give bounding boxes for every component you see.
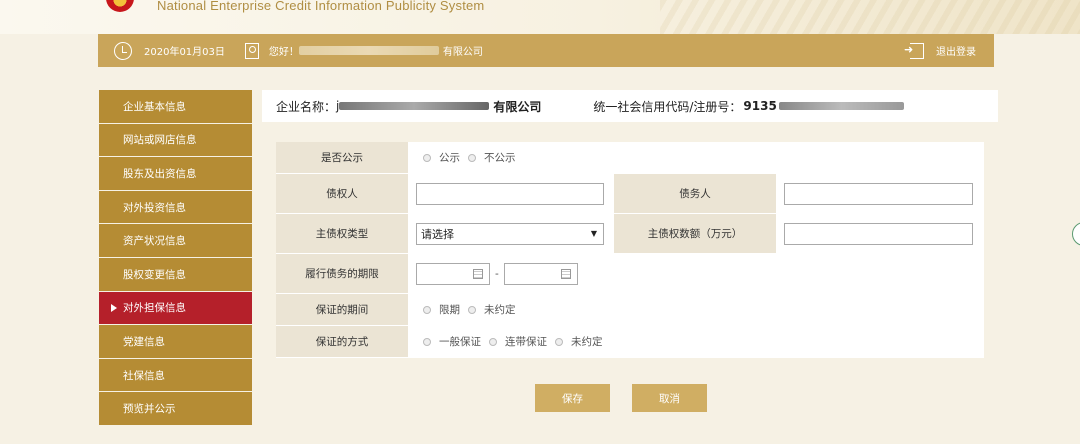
performance-period-label: 履行债务的期限 [276, 254, 408, 293]
period-end-date-input[interactable] [503, 262, 578, 285]
save-button[interactable]: 保存 [535, 384, 610, 412]
creditor-input[interactable] [416, 182, 604, 205]
redacted-company-name [339, 102, 490, 110]
sidebar-item-investment-info[interactable]: 对外投资信息 [99, 190, 252, 225]
banner-decoration [660, 0, 1080, 34]
redacted-company-name [298, 46, 439, 55]
system-name: National Enterprise Credit Information P… [157, 0, 485, 13]
claim-amount-input[interactable] [784, 222, 973, 245]
guarantee-period-row: 保证的期间 限期 未约定 [276, 294, 984, 326]
company-info-bar: 企业名称： j 有限公司 统一社会信用代码/注册号： 9135 [262, 90, 998, 122]
logout-icon[interactable] [904, 42, 924, 59]
publicity-yes-label: 公示 [439, 152, 460, 164]
debtor-label: 债务人 [614, 174, 776, 213]
sidebar-item-website-info[interactable]: 网站或网店信息 [99, 123, 252, 158]
method-joint-label: 连带保证 [505, 336, 547, 348]
sidebar-item-party-building[interactable]: 党建信息 [99, 325, 252, 359]
claim-row: 主债权类型 请选择 ▼ 主债权数额（万元） [276, 214, 984, 254]
creditor-label: 债权人 [276, 174, 408, 213]
creditor-cell [408, 174, 614, 213]
sidebar-item-basic-info[interactable]: 企业基本信息 [99, 90, 252, 124]
guarantee-method-row: 保证的方式 一般保证 连带保证 未约定 [276, 326, 984, 358]
date-separator: - [495, 267, 499, 280]
method-general-label: 一般保证 [439, 336, 481, 348]
publicity-yes-radio[interactable] [423, 153, 431, 162]
sidebar-item-asset-info[interactable]: 资产状况信息 [99, 224, 252, 258]
sidebar-item-equity-change[interactable]: 股权变更信息 [99, 257, 252, 292]
guarantee-method-label: 保证的方式 [276, 326, 408, 357]
period-limited-label: 限期 [439, 304, 460, 316]
debtor-input[interactable] [784, 182, 973, 205]
top-bar: 2020年01月03日 您好！ 有限公司 退出登录 [98, 34, 994, 67]
publicity-options: 公示 不公示 [408, 142, 984, 173]
claim-type-select[interactable]: 请选择 ▼ [416, 222, 604, 245]
greeting-text: 您好！ [268, 47, 299, 58]
clock-icon [114, 41, 132, 60]
company-name-suffix: 有限公司 [493, 99, 542, 114]
credit-code-prefix: 9135 [743, 99, 777, 113]
sidebar-item-shareholder-info[interactable]: 股东及出资信息 [99, 157, 252, 191]
guarantee-form: 是否公示 公示 不公示 债权人 债务人 主债权类型 请选择 ▼ 主债权数额（万元… [276, 142, 984, 358]
company-suffix: 有限公司 [442, 47, 483, 58]
cancel-button[interactable]: 取消 [632, 384, 707, 412]
side-widget-icon[interactable] [1072, 222, 1080, 246]
publicity-no-radio[interactable] [468, 153, 476, 162]
claim-type-cell: 请选择 ▼ [408, 214, 614, 253]
performance-period-row: 履行债务的期限 - [276, 254, 984, 294]
period-unspecified-radio[interactable] [468, 305, 476, 314]
period-start-date-input[interactable] [416, 262, 490, 285]
calendar-icon[interactable] [560, 268, 571, 279]
performance-period-cell: - [408, 254, 984, 293]
current-date: 2020年01月03日 [144, 47, 225, 58]
publicity-label: 是否公示 [276, 142, 408, 173]
claim-amount-label: 主债权数额（万元） [614, 214, 776, 253]
publicity-no-label: 不公示 [484, 152, 516, 164]
guarantee-method-options: 一般保证 连带保证 未约定 [408, 326, 984, 357]
dropdown-arrow-icon: ▼ [590, 229, 597, 238]
user-icon [244, 42, 259, 59]
redacted-credit-code [778, 102, 904, 110]
method-general-radio[interactable] [423, 337, 431, 346]
credit-code-label: 统一社会信用代码/注册号： [593, 99, 742, 114]
guarantee-period-options: 限期 未约定 [408, 294, 984, 325]
debtor-cell [776, 174, 984, 213]
claim-type-label: 主债权类型 [276, 214, 408, 253]
company-name-label: 企业名称： [276, 99, 337, 114]
sidebar-menu: 企业基本信息 网站或网店信息 股东及出资信息 对外投资信息 资产状况信息 股权变… [99, 90, 252, 426]
period-limited-radio[interactable] [423, 305, 431, 314]
logout-link[interactable]: 退出登录 [936, 43, 976, 58]
header-banner: National Enterprise Credit Information P… [0, 0, 1080, 34]
guarantee-period-label: 保证的期间 [276, 294, 408, 325]
claim-amount-cell [776, 214, 984, 253]
period-unspecified-label: 未约定 [484, 304, 516, 316]
method-unspecified-label: 未约定 [571, 336, 603, 348]
sidebar-item-preview-publish[interactable]: 预览并公示 [99, 392, 252, 426]
calendar-icon[interactable] [473, 268, 483, 279]
publicity-row: 是否公示 公示 不公示 [276, 142, 984, 174]
method-joint-radio[interactable] [489, 337, 497, 346]
creditor-debtor-row: 债权人 债务人 [276, 174, 984, 214]
sidebar-item-guarantee-info[interactable]: 对外担保信息 [99, 291, 252, 326]
sidebar-item-social-security[interactable]: 社保信息 [99, 358, 252, 393]
method-unspecified-radio[interactable] [555, 337, 563, 346]
claim-type-selected: 请选择 [421, 227, 454, 241]
national-emblem-icon [106, 0, 134, 12]
